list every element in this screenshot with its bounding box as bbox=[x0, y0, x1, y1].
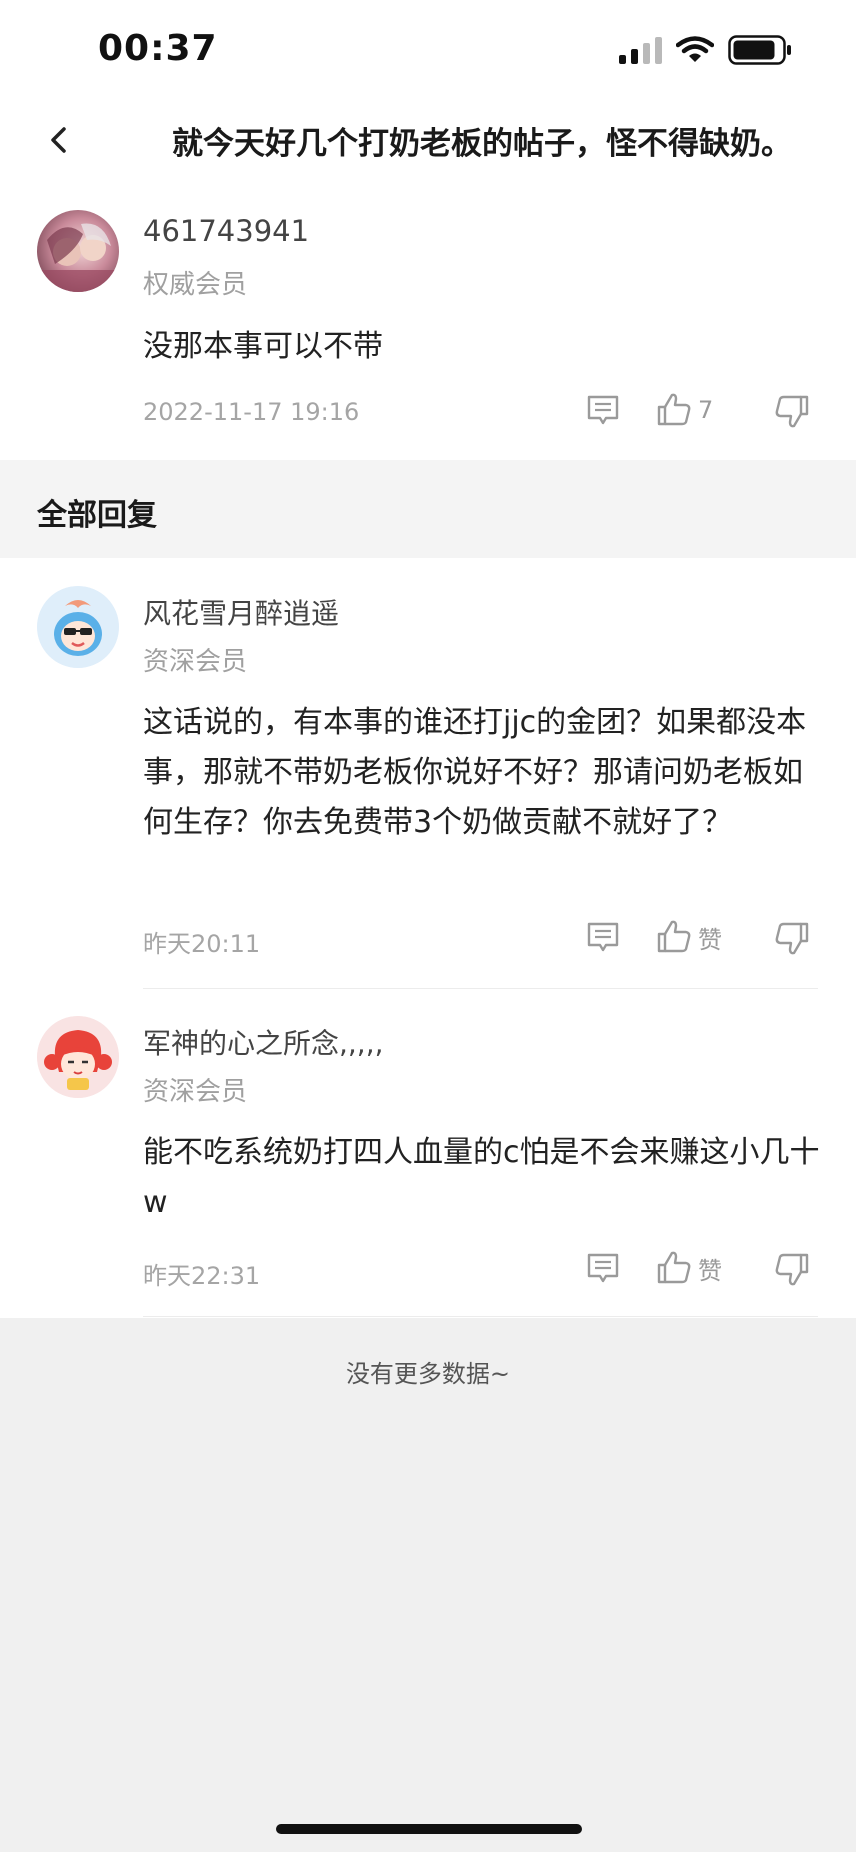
username[interactable]: 军神的心之所念,,,,, bbox=[143, 1022, 384, 1062]
like-label: 赞 bbox=[698, 1256, 722, 1285]
thumbs-down-icon bbox=[775, 922, 809, 955]
avatar[interactable] bbox=[37, 586, 119, 668]
dislike-button[interactable] bbox=[774, 1251, 810, 1287]
reply-button[interactable] bbox=[586, 1251, 620, 1285]
status-icons bbox=[619, 34, 792, 66]
divider bbox=[143, 988, 818, 989]
reply-content: 这话说的，有本事的谁还打jjc的金团？如果都没本事，那就不带奶老板你说好不好？那… bbox=[143, 705, 807, 840]
username[interactable]: 461743941 bbox=[143, 214, 309, 248]
comment-thread-area bbox=[0, 0, 856, 1318]
username[interactable]: 风花雪月醉逍遥 bbox=[143, 592, 339, 632]
dislike-button[interactable] bbox=[774, 393, 810, 429]
reply-button[interactable] bbox=[586, 920, 620, 954]
section-title: 全部回复 bbox=[37, 498, 157, 533]
avatar[interactable] bbox=[37, 1016, 119, 1098]
battery-icon bbox=[728, 35, 791, 65]
page: 00:37 就今天好几个打奶老板的帖子，怪不得缺奶。 461743941 权威会… bbox=[0, 0, 856, 1852]
like-button[interactable]: 赞 bbox=[656, 919, 722, 955]
dislike-button[interactable] bbox=[774, 920, 810, 956]
comment-icon bbox=[587, 395, 619, 425]
thumbs-down-icon bbox=[775, 1253, 809, 1286]
like-button[interactable]: 赞 bbox=[656, 1250, 722, 1286]
comment-icon bbox=[587, 1253, 619, 1283]
reply-button[interactable] bbox=[586, 393, 620, 427]
reply-time: 昨天20:11 bbox=[143, 930, 261, 958]
status-bar: 00:37 bbox=[0, 0, 856, 100]
like-label: 赞 bbox=[698, 925, 722, 954]
no-more-data-text: 没有更多数据~ bbox=[345, 1360, 511, 1388]
comment-content: 没那本事可以不带 bbox=[143, 329, 383, 364]
comment-time: 2022-11-17 19:16 bbox=[143, 398, 360, 426]
member-level: 资深会员 bbox=[143, 647, 248, 677]
home-indicator[interactable] bbox=[276, 1824, 582, 1834]
comment-icon bbox=[587, 922, 619, 952]
status-time: 00:37 bbox=[98, 28, 218, 69]
member-level: 权威会员 bbox=[143, 270, 248, 300]
thumbs-up-icon bbox=[657, 920, 691, 953]
like-count: 7 bbox=[698, 396, 714, 424]
like-button[interactable]: 7 bbox=[656, 392, 713, 428]
divider bbox=[143, 1316, 818, 1317]
reply-content: 能不吃系统奶打四人血量的c怕是不会来赚这小几十w bbox=[143, 1135, 820, 1220]
chevron-left-icon bbox=[51, 127, 66, 153]
section-header: 全部回复 bbox=[0, 460, 856, 558]
wifi-icon bbox=[676, 36, 714, 62]
signal-icon bbox=[619, 36, 662, 64]
thumbs-up-icon bbox=[657, 1251, 691, 1284]
back-button[interactable] bbox=[36, 118, 80, 162]
reply-time: 昨天22:31 bbox=[143, 1262, 261, 1290]
member-level: 资深会员 bbox=[143, 1077, 248, 1107]
header: 就今天好几个打奶老板的帖子，怪不得缺奶。 bbox=[0, 100, 856, 180]
thumbs-down-icon bbox=[775, 395, 809, 428]
avatar[interactable] bbox=[37, 210, 119, 292]
thumbs-up-icon bbox=[657, 393, 691, 426]
page-title: 就今天好几个打奶老板的帖子，怪不得缺奶。 bbox=[172, 126, 792, 162]
